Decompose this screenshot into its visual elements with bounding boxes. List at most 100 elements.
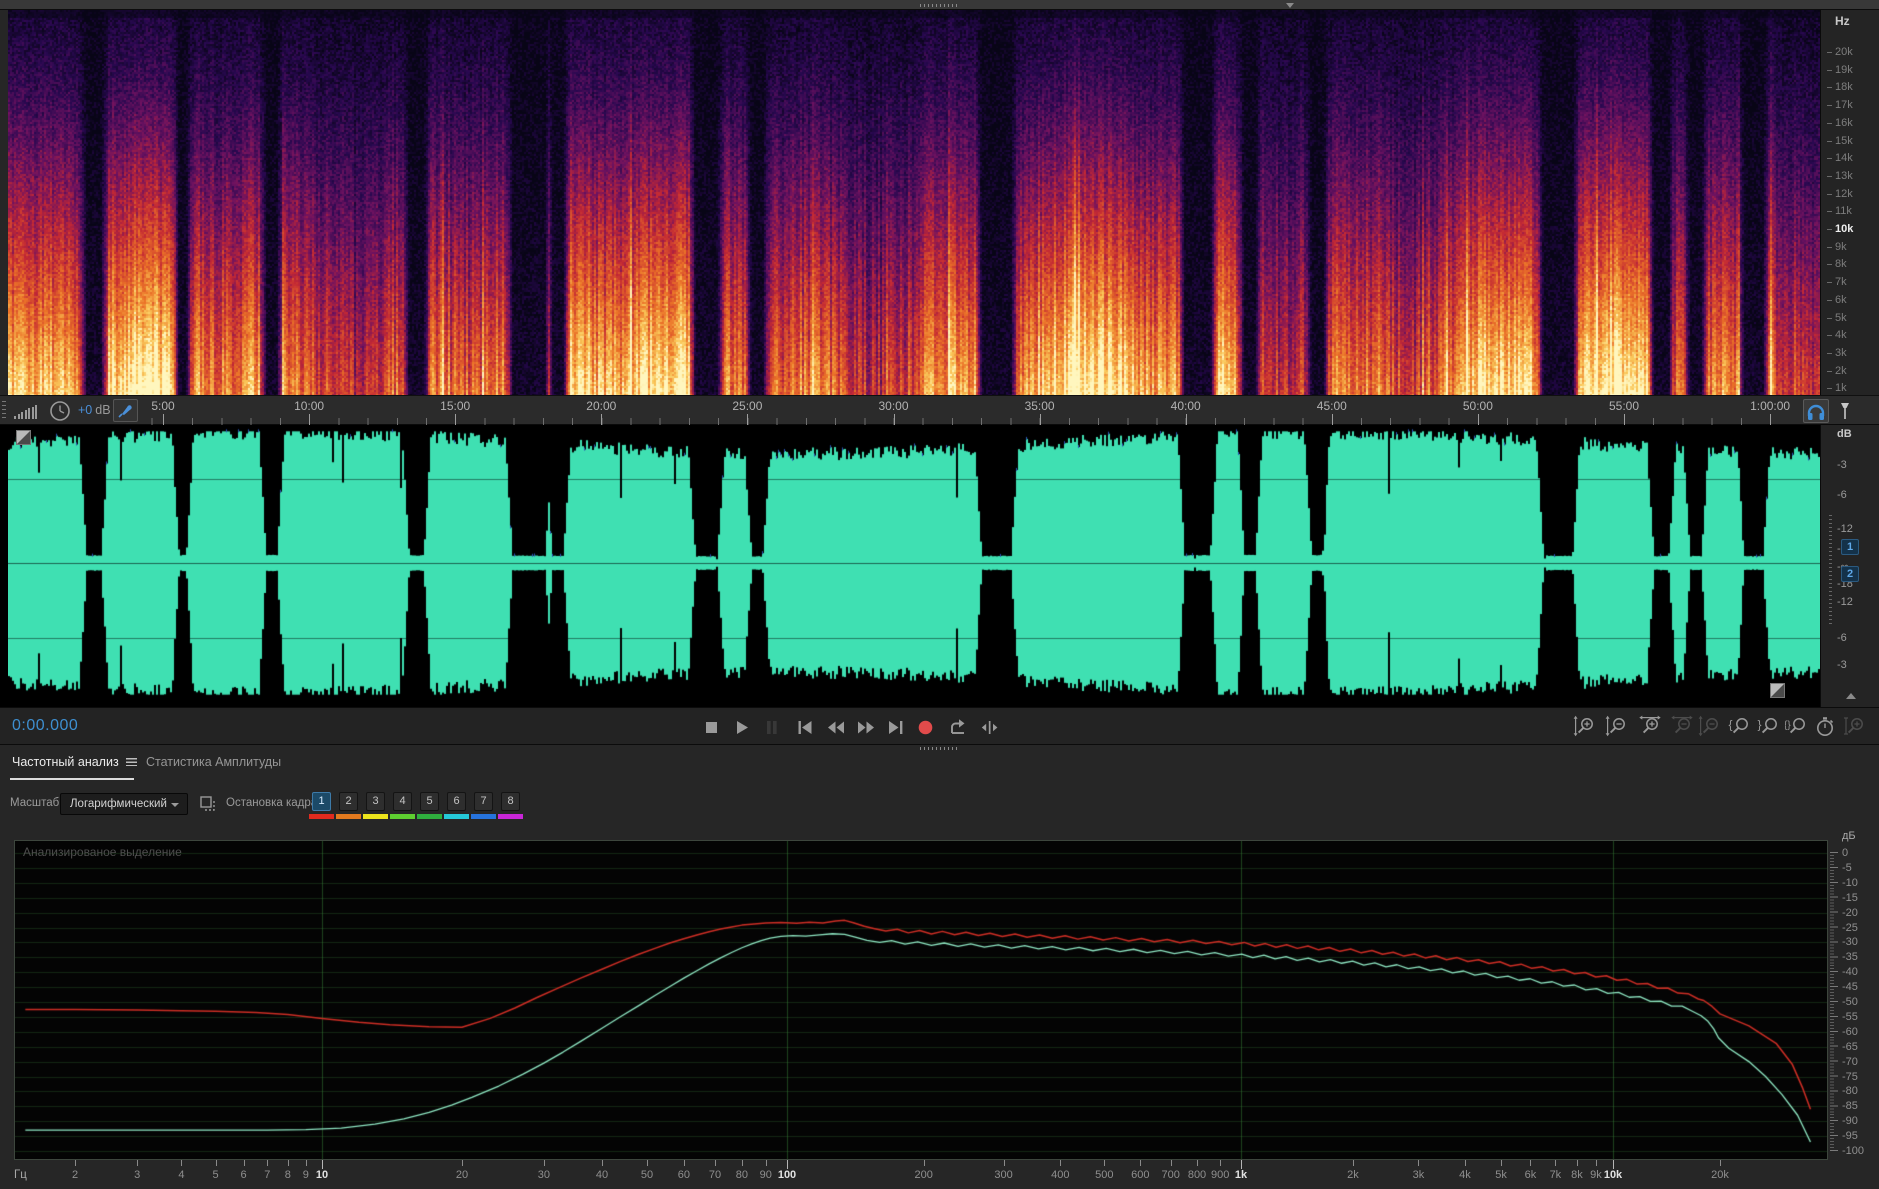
hold-button-5[interactable]: 5: [420, 792, 439, 811]
time-tick-label: 45:00: [1317, 399, 1347, 413]
x-tick-mark: [1465, 1160, 1466, 1166]
loop-playback-button[interactable]: [946, 715, 970, 739]
tab-label: Статистика Амплитуды: [146, 755, 281, 769]
db-scale-label: -12: [1837, 523, 1853, 535]
zoom-out-horizontal-button[interactable]: [1669, 715, 1693, 739]
y-tick-label: -35: [1842, 951, 1858, 963]
timer-button[interactable]: [1812, 715, 1836, 739]
zoom-in-point-button[interactable]: [1842, 715, 1866, 739]
hz-tick-mark: [1827, 247, 1832, 248]
hold-button-4[interactable]: 4: [393, 792, 412, 811]
hold-button-2[interactable]: 2: [339, 792, 358, 811]
time-tick-label: 30:00: [878, 399, 908, 413]
scroll-up-arrow[interactable]: [1846, 693, 1856, 699]
pause-icon: [760, 716, 783, 739]
hz-tick-mark: [1827, 229, 1832, 230]
monitor-button[interactable]: [1803, 399, 1829, 423]
zoom-out-full-button[interactable]: [1697, 715, 1721, 739]
time-tick-mark: [747, 414, 748, 425]
hold-button-6[interactable]: 6: [447, 792, 466, 811]
spectral-menu-caret-icon[interactable]: [1286, 3, 1294, 8]
panel-menu-icon[interactable]: [126, 758, 137, 766]
gain-value[interactable]: +0: [78, 403, 92, 417]
x-tick-label: 800: [1188, 1169, 1206, 1181]
marker-pin-icon[interactable]: [1836, 400, 1854, 422]
zoom-selection-right-button[interactable]: }: [1756, 715, 1780, 739]
copy-frame-icon: [198, 794, 218, 814]
transport-bar: 0:00.000 {} {}: [0, 707, 1879, 745]
frequency-ruler[interactable]: Hz 20k19k18k17k16k15k14k13k12k11k10k9k8k…: [1820, 10, 1879, 395]
db-axis-major-ticks: [1830, 852, 1838, 1152]
time-tick-label: 10:00: [294, 399, 324, 413]
scale-dropdown[interactable]: Логарифмический: [60, 793, 188, 815]
pause-button[interactable]: [760, 715, 784, 739]
fade-out-handle[interactable]: [1770, 683, 1785, 698]
db-scale-label: -12: [1837, 596, 1853, 608]
x-tick-label: 5: [213, 1169, 219, 1181]
x-tick-mark: [1060, 1160, 1061, 1166]
tab-amplitude-statistics[interactable]: Статистика Амплитуды: [146, 755, 281, 769]
waveform-canvas[interactable]: [8, 425, 1820, 707]
hz-tick-label: 20k: [1835, 46, 1853, 58]
x-tick-label: 500: [1095, 1169, 1113, 1181]
db-scale-label: -6: [1837, 632, 1847, 644]
copy-frame-button[interactable]: [198, 794, 218, 814]
hz-tick-mark: [1827, 211, 1832, 212]
zoom-in-vertical-button[interactable]: [1572, 715, 1596, 739]
hold-button-8[interactable]: 8: [501, 792, 520, 811]
channel-badge-1[interactable]: 1: [1841, 539, 1859, 555]
playhead-time-display[interactable]: 0:00.000: [12, 717, 78, 735]
level-meter-icon[interactable]: [14, 404, 40, 419]
panel-drag-grip[interactable]: [0, 0, 1879, 10]
y-tick-label: -60: [1842, 1026, 1858, 1038]
time-ruler[interactable]: 5:0010:0015:0020:0025:0030:0035:0040:004…: [150, 396, 1798, 426]
hold-button-1[interactable]: 1: [312, 792, 331, 811]
clock-icon[interactable]: [48, 399, 72, 423]
skip-arrows-button[interactable]: [978, 715, 1002, 739]
x-tick-label: 3k: [1413, 1169, 1425, 1181]
x-tick-mark: [1104, 1160, 1105, 1166]
zoom-selection-left-button[interactable]: {: [1727, 715, 1751, 739]
fast-forward-icon: [854, 716, 877, 739]
tab-frequency-analysis[interactable]: Частотный анализ: [12, 755, 137, 769]
db-scale-label: -3: [1837, 659, 1847, 671]
hz-tick-label: 14k: [1835, 152, 1853, 164]
skip-to-end-button[interactable]: [884, 715, 908, 739]
x-tick-label: 30: [538, 1169, 550, 1181]
svg-text:{}: {}: [1785, 720, 1791, 731]
spectrogram-canvas[interactable]: [8, 10, 1820, 395]
hz-tick-mark: [1827, 52, 1832, 53]
zoom-out-vertical-button[interactable]: [1604, 715, 1628, 739]
hold-color-bar-7: [471, 814, 496, 819]
tab-label: Частотный анализ: [12, 755, 119, 769]
stop-button[interactable]: [700, 715, 724, 739]
rewind-button[interactable]: [824, 715, 848, 739]
zoom-in-horizontal-button[interactable]: [1637, 715, 1661, 739]
zoom-selection-button[interactable]: {}: [1784, 715, 1808, 739]
channel-badge-2[interactable]: 2: [1841, 566, 1859, 582]
x-tick-mark: [1596, 1160, 1597, 1166]
svg-text:{: {: [1728, 718, 1732, 732]
gain-unit: dB: [95, 403, 110, 417]
hold-button-7[interactable]: 7: [474, 792, 493, 811]
x-tick-mark: [544, 1160, 545, 1166]
zoom-out-vertical-icon: [1605, 715, 1628, 738]
record-button[interactable]: [914, 715, 938, 739]
db-scale-label: -6: [1837, 489, 1847, 501]
hz-tick-mark: [1827, 194, 1832, 195]
hz-tick-label: 5k: [1835, 312, 1847, 324]
fade-in-handle[interactable]: [16, 430, 31, 445]
pin-button[interactable]: [113, 399, 138, 422]
play-button[interactable]: [730, 715, 754, 739]
hold-button-3[interactable]: 3: [366, 792, 385, 811]
skip-to-start-button[interactable]: [793, 715, 817, 739]
pin-icon: [114, 400, 137, 421]
zoom-selection-left-icon: {: [1728, 715, 1751, 738]
x-tick-label: 8k: [1571, 1169, 1583, 1181]
x-tick-mark: [1220, 1160, 1221, 1166]
fast-forward-button[interactable]: [854, 715, 878, 739]
gain-readout[interactable]: +0dB: [78, 403, 111, 417]
x-tick-mark: [181, 1160, 182, 1166]
time-tick-mark: [163, 414, 164, 425]
x-tick-label: 4k: [1459, 1169, 1471, 1181]
